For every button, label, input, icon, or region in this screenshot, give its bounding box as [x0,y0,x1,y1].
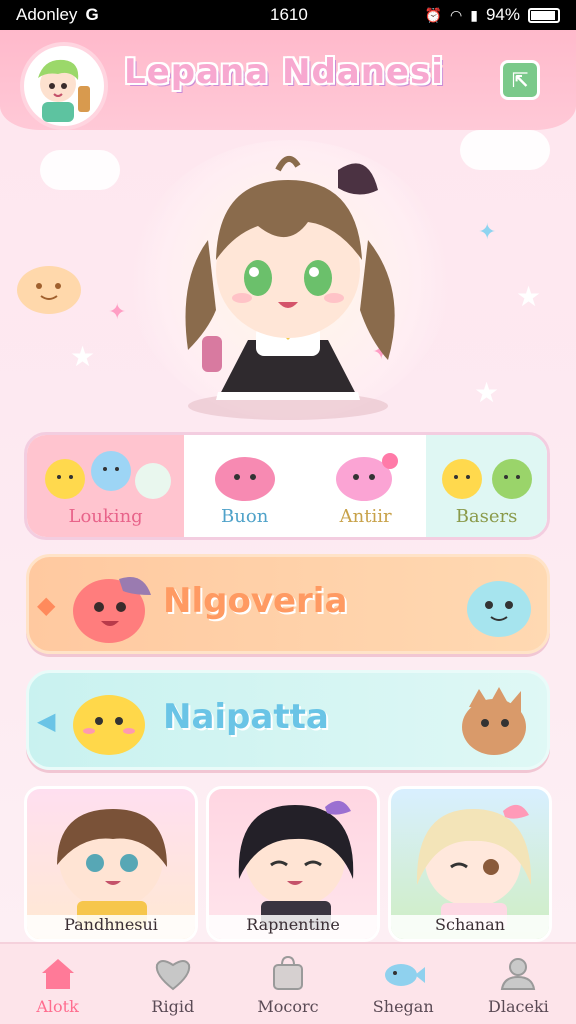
card-label: Schanan [391,915,549,939]
heart-icon [151,953,195,993]
brown-hair-girl-icon [57,809,167,929]
naipatta-button[interactable]: ◀ Naipatta [26,670,550,770]
nav-label: Dlaceki [488,996,549,1016]
battery-percent: 94% [485,5,520,24]
red-creature-icon [73,577,151,643]
category-icons [27,445,184,505]
blonde-girl-icon [416,804,532,929]
character-card[interactable]: Schanan [388,786,552,942]
nav-item-shegan[interactable]: Shegan [346,944,461,1024]
avatar-character-icon [38,59,90,122]
app-title: Lepana Ndanesi [124,52,444,92]
category-buon[interactable]: Buon [184,435,306,537]
status-right: ⏰ ◠ ▮ 94% [425,5,560,25]
carrier-icon: G [85,5,99,24]
character-card[interactable]: Pandhnesui [24,786,198,942]
nav-label: Shegan [372,996,434,1016]
cat-creatures-icon [44,451,171,499]
blob-creature-icon [17,266,81,314]
star-icon: ★ [70,340,96,373]
category-label: Basers [455,506,518,527]
nav-label: Alotk [36,996,79,1016]
cloud-decoration [460,130,550,170]
nav-item-rigid[interactable]: Rigid [115,944,230,1024]
battery-icon [528,7,560,23]
nav-item-alotk[interactable]: Alotk [0,944,115,1024]
card-label: Rapnentine [209,915,377,939]
sparkle-icon: ✦ [478,220,497,245]
header: Lepana Ndanesi ⇱ [0,30,576,130]
teal-blob-icon [467,581,531,637]
profile-icon [496,953,540,993]
nlgoveria-button[interactable]: ◆ Nlgoveria [26,554,550,654]
hero-area: ✦ ✦ ✦ ★ ★ ★ [0,130,576,430]
cloud-decoration [40,150,120,190]
carrier-name: Adonley [16,5,78,24]
nav-item-dlaceki[interactable]: Dlaceki [461,944,576,1024]
fish-icon [381,953,426,993]
category-louking[interactable]: Louking [27,435,185,537]
brown-creature-icon [462,687,526,755]
nav-item-mocorc[interactable]: Mocorc [230,944,345,1024]
character-card[interactable]: Rapnentine [206,786,380,942]
nav-label: Rigid [151,996,195,1016]
category-label: Louking [68,506,143,527]
category-icons [305,445,426,505]
chevron-left-icon: ◀ [37,707,56,735]
bottom-nav: Alotk Rigid Mocorc Shegan Dlaceki [0,942,576,1024]
black-hair-girl-icon [238,800,354,929]
big-button-label: Nlgoveria [163,581,348,621]
pink-blob-icon [214,457,275,501]
nav-label: Mocorc [257,996,319,1016]
category-icons [426,445,547,505]
card-label: Pandhnesui [27,915,195,939]
chick-frog-icon [441,459,532,499]
sparkle-icon: ✦ [108,300,127,325]
big-button-label: Naipatta [163,697,329,737]
wifi-icon: ◠ [450,6,463,23]
star-icon: ★ [516,280,542,313]
star-icon: ★ [474,376,500,409]
alarm-icon: ⏰ [424,6,443,23]
category-label: Antiir [339,506,392,527]
diamond-icon: ◆ [37,591,56,619]
status-left: Adonley G [16,5,99,25]
share-icon[interactable]: ⇱ [500,60,540,100]
status-bar: Adonley G 1610 ⏰ ◠ ▮ 94% [0,0,576,30]
home-icon [36,953,80,993]
bag-icon [266,953,310,993]
main-character-icon[interactable] [138,130,438,430]
clock: 1610 [270,5,308,24]
category-basers[interactable]: Basers [426,435,547,537]
signal-icon: ▮ [470,6,478,23]
category-row: Louking Buon Antiir Basers [24,432,550,540]
pink-bird-icon [335,453,398,501]
avatar[interactable] [20,42,108,130]
category-label: Buon [221,506,269,527]
category-antiir[interactable]: Antiir [305,435,427,537]
yellow-creature-icon [73,695,145,755]
category-icons [184,445,305,505]
